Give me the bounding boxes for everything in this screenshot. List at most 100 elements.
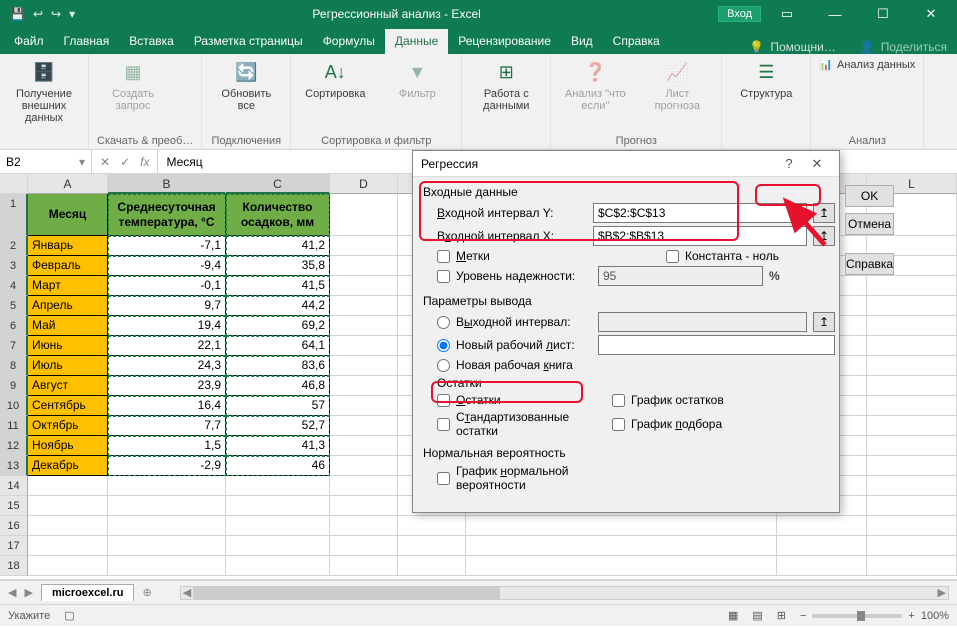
group-label-connections: Подключения [210, 133, 282, 147]
tell-me-label[interactable]: Помощни… [770, 40, 835, 54]
radio-new-workbook[interactable] [437, 359, 450, 372]
group-label-get-transform: Скачать & преоб… [97, 133, 193, 147]
checkbox-labels[interactable] [437, 250, 450, 263]
label-labels: Метки [456, 249, 606, 263]
input-confidence [598, 266, 763, 286]
input-output-range [598, 312, 807, 332]
range-picker-x-icon[interactable]: ↥ [813, 226, 835, 246]
analysis-icon: 📊 [819, 58, 833, 71]
tab-home[interactable]: Главная [54, 29, 120, 54]
checkbox-confidence[interactable] [437, 270, 450, 283]
label-output-range: Выходной интервал: [456, 315, 592, 329]
input-new-sheet-name[interactable] [598, 335, 835, 355]
tab-formulas[interactable]: Формулы [313, 29, 385, 54]
macro-record-icon[interactable]: ▢ [64, 609, 74, 622]
col-header-b[interactable]: B [108, 174, 226, 194]
accept-formula-icon[interactable]: ✓ [120, 155, 130, 169]
checkbox-std-residuals[interactable] [437, 418, 450, 431]
select-all-cells[interactable] [0, 174, 28, 194]
horizontal-scrollbar[interactable]: ◀▶ [180, 586, 949, 600]
section-normal-prob: Нормальная вероятность [423, 446, 835, 460]
filter-button[interactable]: ▼Фильтр [381, 58, 453, 100]
share-button[interactable]: Поделиться [881, 40, 947, 54]
dialog-help-icon[interactable]: ? [775, 156, 803, 171]
fx-icon[interactable]: fx [140, 155, 149, 169]
zoom-level[interactable]: 100% [921, 610, 949, 622]
ok-button[interactable]: OK [845, 185, 894, 207]
col-header-a[interactable]: A [28, 174, 108, 194]
undo-icon[interactable]: ↩ [33, 7, 43, 21]
tab-review[interactable]: Рецензирование [448, 29, 561, 54]
help-button[interactable]: Справка [845, 253, 894, 275]
funnel-icon: ▼ [403, 58, 431, 86]
label-normal-plot: График нормальной вероятности [456, 464, 606, 492]
tab-layout[interactable]: Разметка страницы [184, 29, 313, 54]
refresh-icon: 🔄 [232, 58, 260, 86]
forecast-sheet-button[interactable]: 📈Лист прогноза [641, 58, 713, 112]
redo-icon[interactable]: ↪ [51, 7, 61, 21]
sheet-tab-active[interactable]: microexcel.ru [41, 584, 135, 601]
quick-access-toolbar: 💾 ↩ ↪ ▾ [4, 7, 75, 21]
label-fit-plot: График подбора [631, 417, 781, 431]
datatools-icon: ⊞ [492, 58, 520, 86]
whatif-icon: ❓ [581, 58, 609, 86]
refresh-all-button[interactable]: 🔄Обновить все [210, 58, 282, 112]
checkbox-residuals[interactable] [437, 394, 450, 407]
query-icon: ▦ [119, 58, 147, 86]
ribbon-options-icon[interactable]: ▭ [765, 6, 809, 22]
minimize-icon[interactable]: — [813, 7, 857, 22]
view-pagelayout-icon[interactable]: ▤ [752, 609, 762, 622]
radio-output-range[interactable] [437, 316, 450, 329]
checkbox-normal-plot[interactable] [437, 472, 450, 485]
zoom-in-icon[interactable]: + [908, 610, 914, 622]
name-box[interactable]: B2▾ [0, 150, 92, 173]
title-bar: 💾 ↩ ↪ ▾ Регрессионный анализ - Excel Вхо… [0, 0, 957, 28]
range-picker-out-icon[interactable]: ↥ [813, 312, 835, 332]
tab-help[interactable]: Справка [603, 29, 670, 54]
checkbox-fit-plot[interactable] [612, 418, 625, 431]
range-picker-y-icon[interactable]: ↥ [813, 203, 835, 223]
new-sheet-button[interactable]: ⊕ [142, 586, 151, 599]
chevron-down-icon[interactable]: ▾ [79, 155, 85, 169]
regression-dialog: Регрессия ? ✕ Входные данные ВВходной ин… [412, 150, 840, 513]
outline-button[interactable]: ☰Структура [730, 58, 802, 100]
dialog-close-icon[interactable]: ✕ [803, 156, 831, 172]
label-residuals: Остатки [456, 393, 606, 407]
whatif-button[interactable]: ❓Анализ "что если" [559, 58, 631, 112]
get-external-data-button[interactable]: 🗄️Получение внешних данных [8, 58, 80, 124]
data-analysis-button[interactable]: 📊Анализ данных [819, 58, 915, 71]
tab-data[interactable]: Данные [385, 29, 448, 54]
save-icon[interactable]: 💾 [10, 7, 25, 21]
window-title: Регрессионный анализ - Excel [75, 7, 718, 21]
ribbon-tabs: Файл Главная Вставка Разметка страницы Ф… [0, 28, 957, 54]
sort-icon: A↓ [321, 58, 349, 86]
input-y-range[interactable] [593, 203, 807, 223]
sheet-nav-prev-icon[interactable]: ◀ [8, 586, 16, 599]
zoom-slider[interactable] [812, 614, 902, 618]
view-normal-icon[interactable]: ▦ [728, 609, 738, 622]
input-x-range[interactable] [593, 226, 807, 246]
tab-insert[interactable]: Вставка [119, 29, 184, 54]
new-query-button[interactable]: ▦Создать запрос [97, 58, 169, 112]
radio-new-sheet[interactable] [437, 339, 450, 352]
sort-button[interactable]: A↓Сортировка [299, 58, 371, 100]
qat-dropdown-icon[interactable]: ▾ [69, 7, 75, 21]
sheet-nav-next-icon[interactable]: ▶ [24, 586, 32, 599]
sign-in-button[interactable]: Вход [718, 6, 761, 22]
zoom-out-icon[interactable]: − [800, 610, 806, 622]
cancel-formula-icon[interactable]: ✕ [100, 155, 110, 169]
label-x-range: Входной интервал X: [437, 229, 587, 243]
data-tools-button[interactable]: ⊞Работа с данными [470, 58, 542, 112]
tab-file[interactable]: Файл [4, 29, 54, 54]
col-header-c[interactable]: C [226, 174, 330, 194]
view-pagebreak-icon[interactable]: ⊞ [777, 609, 786, 622]
checkbox-const-zero[interactable] [666, 250, 679, 263]
close-icon[interactable]: ✕ [909, 6, 953, 22]
checkbox-residual-plot[interactable] [612, 394, 625, 407]
col-header-d[interactable]: D [330, 174, 398, 194]
maximize-icon[interactable]: ☐ [861, 6, 905, 22]
tab-view[interactable]: Вид [561, 29, 603, 54]
tell-me-icon[interactable]: 💡 [749, 40, 764, 54]
share-icon[interactable]: 👤 [860, 40, 875, 54]
cancel-button[interactable]: Отмена [845, 213, 894, 235]
